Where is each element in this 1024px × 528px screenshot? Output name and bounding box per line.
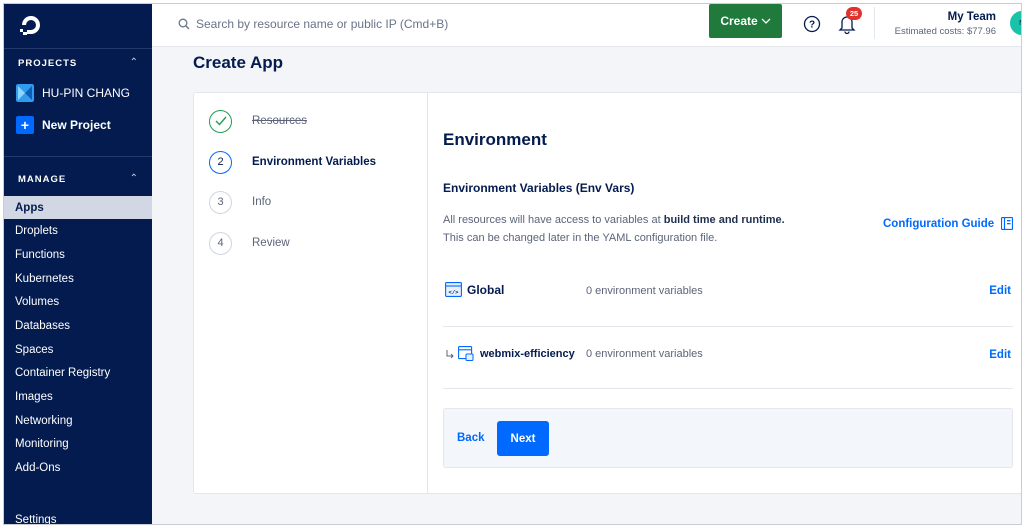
new-project-button[interactable]: + New Project — [16, 115, 111, 135]
manage-collapse-chevron-icon[interactable]: ⌃ — [130, 173, 138, 184]
step-review[interactable]: 4 Review — [209, 231, 290, 255]
step-resources[interactable]: Resources — [209, 109, 307, 133]
sidebar-item-container-registry[interactable]: Container Registry — [4, 361, 152, 384]
sidebar: PROJECTS ⌃ HU-PIN CHANG + New Project MA… — [4, 4, 152, 524]
step-number: 4 — [209, 231, 232, 255]
configuration-guide-label: Configuration Guide — [883, 217, 995, 230]
manage-heading: MANAGE — [18, 174, 67, 185]
env-scope-name: webmix-efficiency — [480, 347, 575, 360]
plus-icon: + — [16, 116, 34, 134]
step-number: 3 — [209, 190, 232, 214]
create-app-card: Resources 2 Environment Variables 3 Info… — [193, 92, 1021, 494]
sidebar-item-kubernetes[interactable]: Kubernetes — [4, 267, 152, 290]
avatar[interactable]: M — [1010, 11, 1021, 35]
sidebar-item-functions[interactable]: Functions — [4, 243, 152, 266]
step-info[interactable]: 3 Info — [209, 190, 271, 214]
sidebar-item-settings[interactable]: Settings — [4, 508, 152, 525]
help-icon[interactable]: ? — [803, 15, 821, 33]
step-label: Environment Variables — [252, 156, 376, 168]
env-var-count: 0 environment variables — [586, 348, 703, 360]
step-environment-variables[interactable]: 2 Environment Variables — [209, 150, 376, 174]
sidebar-item-images[interactable]: Images — [4, 385, 152, 408]
child-arrow-icon — [446, 349, 454, 358]
sidebar-item-apps[interactable]: Apps — [4, 196, 152, 219]
sidebar-item-droplets[interactable]: Droplets — [4, 219, 152, 242]
step-label: Info — [252, 196, 272, 208]
env-vars-description: All resources will have access to variab… — [443, 211, 785, 247]
env-vars-subtitle: Environment Variables (Env Vars) — [443, 181, 635, 195]
team-name[interactable]: My Team — [948, 11, 996, 23]
sidebar-project-hu-pin-chang[interactable]: HU-PIN CHANG — [16, 83, 130, 103]
next-button[interactable]: Next — [497, 421, 549, 456]
notification-badge: 25 — [846, 7, 862, 20]
svg-text:</>: </> — [449, 289, 460, 296]
sidebar-item-volumes[interactable]: Volumes — [4, 290, 152, 313]
svg-text:?: ? — [809, 20, 815, 31]
environment-panel: Environment Environment Variables (Env V… — [443, 93, 1021, 493]
sidebar-item-monitoring[interactable]: Monitoring — [4, 432, 152, 455]
code-window-icon: </> — [445, 282, 462, 297]
env-scope-name: Global — [467, 282, 505, 297]
stepper: Resources 2 Environment Variables 3 Info… — [194, 93, 428, 493]
sidebar-divider — [4, 156, 152, 157]
app-window: PROJECTS ⌃ HU-PIN CHANG + New Project MA… — [3, 3, 1022, 525]
chevron-down-icon — [761, 18, 771, 24]
projects-collapse-chevron-icon[interactable]: ⌃ — [130, 57, 138, 68]
project-cube-icon — [16, 84, 34, 102]
description-line-2: This can be changed later in the YAML co… — [443, 232, 718, 244]
top-bar: Create ? 25 My Team Estimated costs: $77… — [152, 4, 1021, 47]
check-icon — [215, 116, 227, 126]
sidebar-item-add-ons[interactable]: Add-Ons — [4, 456, 152, 479]
search-input[interactable] — [196, 13, 496, 35]
sidebar-item-networking[interactable]: Networking — [4, 409, 152, 432]
project-label: HU-PIN CHANG — [42, 86, 131, 100]
projects-heading: PROJECTS — [18, 58, 78, 69]
digitalocean-logo-icon[interactable] — [18, 12, 44, 38]
create-button-label: Create — [720, 14, 758, 28]
back-button[interactable]: Back — [457, 432, 485, 444]
book-icon — [1001, 217, 1014, 230]
step-number: 2 — [209, 150, 232, 174]
edit-component-button[interactable]: Edit — [989, 349, 1011, 361]
estimated-costs: Estimated costs: $77.96 — [894, 26, 996, 37]
env-scope-global: </> Global — [445, 282, 504, 297]
search-icon — [178, 18, 190, 30]
edit-global-button[interactable]: Edit — [989, 285, 1011, 297]
step-complete-circle — [209, 109, 232, 133]
description-text: All resources will have access to variab… — [443, 214, 664, 226]
step-label: Resources — [252, 115, 307, 127]
description-emphasis: build time and runtime. — [663, 214, 785, 226]
sidebar-item-databases[interactable]: Databases — [4, 314, 152, 337]
component-icon — [458, 346, 474, 361]
topbar-divider — [874, 7, 875, 39]
env-row-global: </> Global 0 environment variables Edit — [443, 265, 1013, 327]
env-row-webmix-efficiency: webmix-efficiency 0 environment variable… — [443, 327, 1013, 389]
environment-title: Environment — [443, 130, 547, 149]
sidebar-item-spaces[interactable]: Spaces — [4, 338, 152, 361]
page-title: Create App — [193, 53, 284, 72]
env-var-count: 0 environment variables — [586, 285, 703, 297]
sidebar-divider — [4, 48, 152, 49]
new-project-label: New Project — [42, 118, 111, 132]
wizard-actions: Back Next — [443, 408, 1013, 468]
configuration-guide-link[interactable]: Configuration Guide — [883, 217, 1014, 230]
env-scope-component: webmix-efficiency — [445, 346, 575, 361]
create-button[interactable]: Create — [709, 4, 782, 38]
step-label: Review — [252, 237, 290, 249]
